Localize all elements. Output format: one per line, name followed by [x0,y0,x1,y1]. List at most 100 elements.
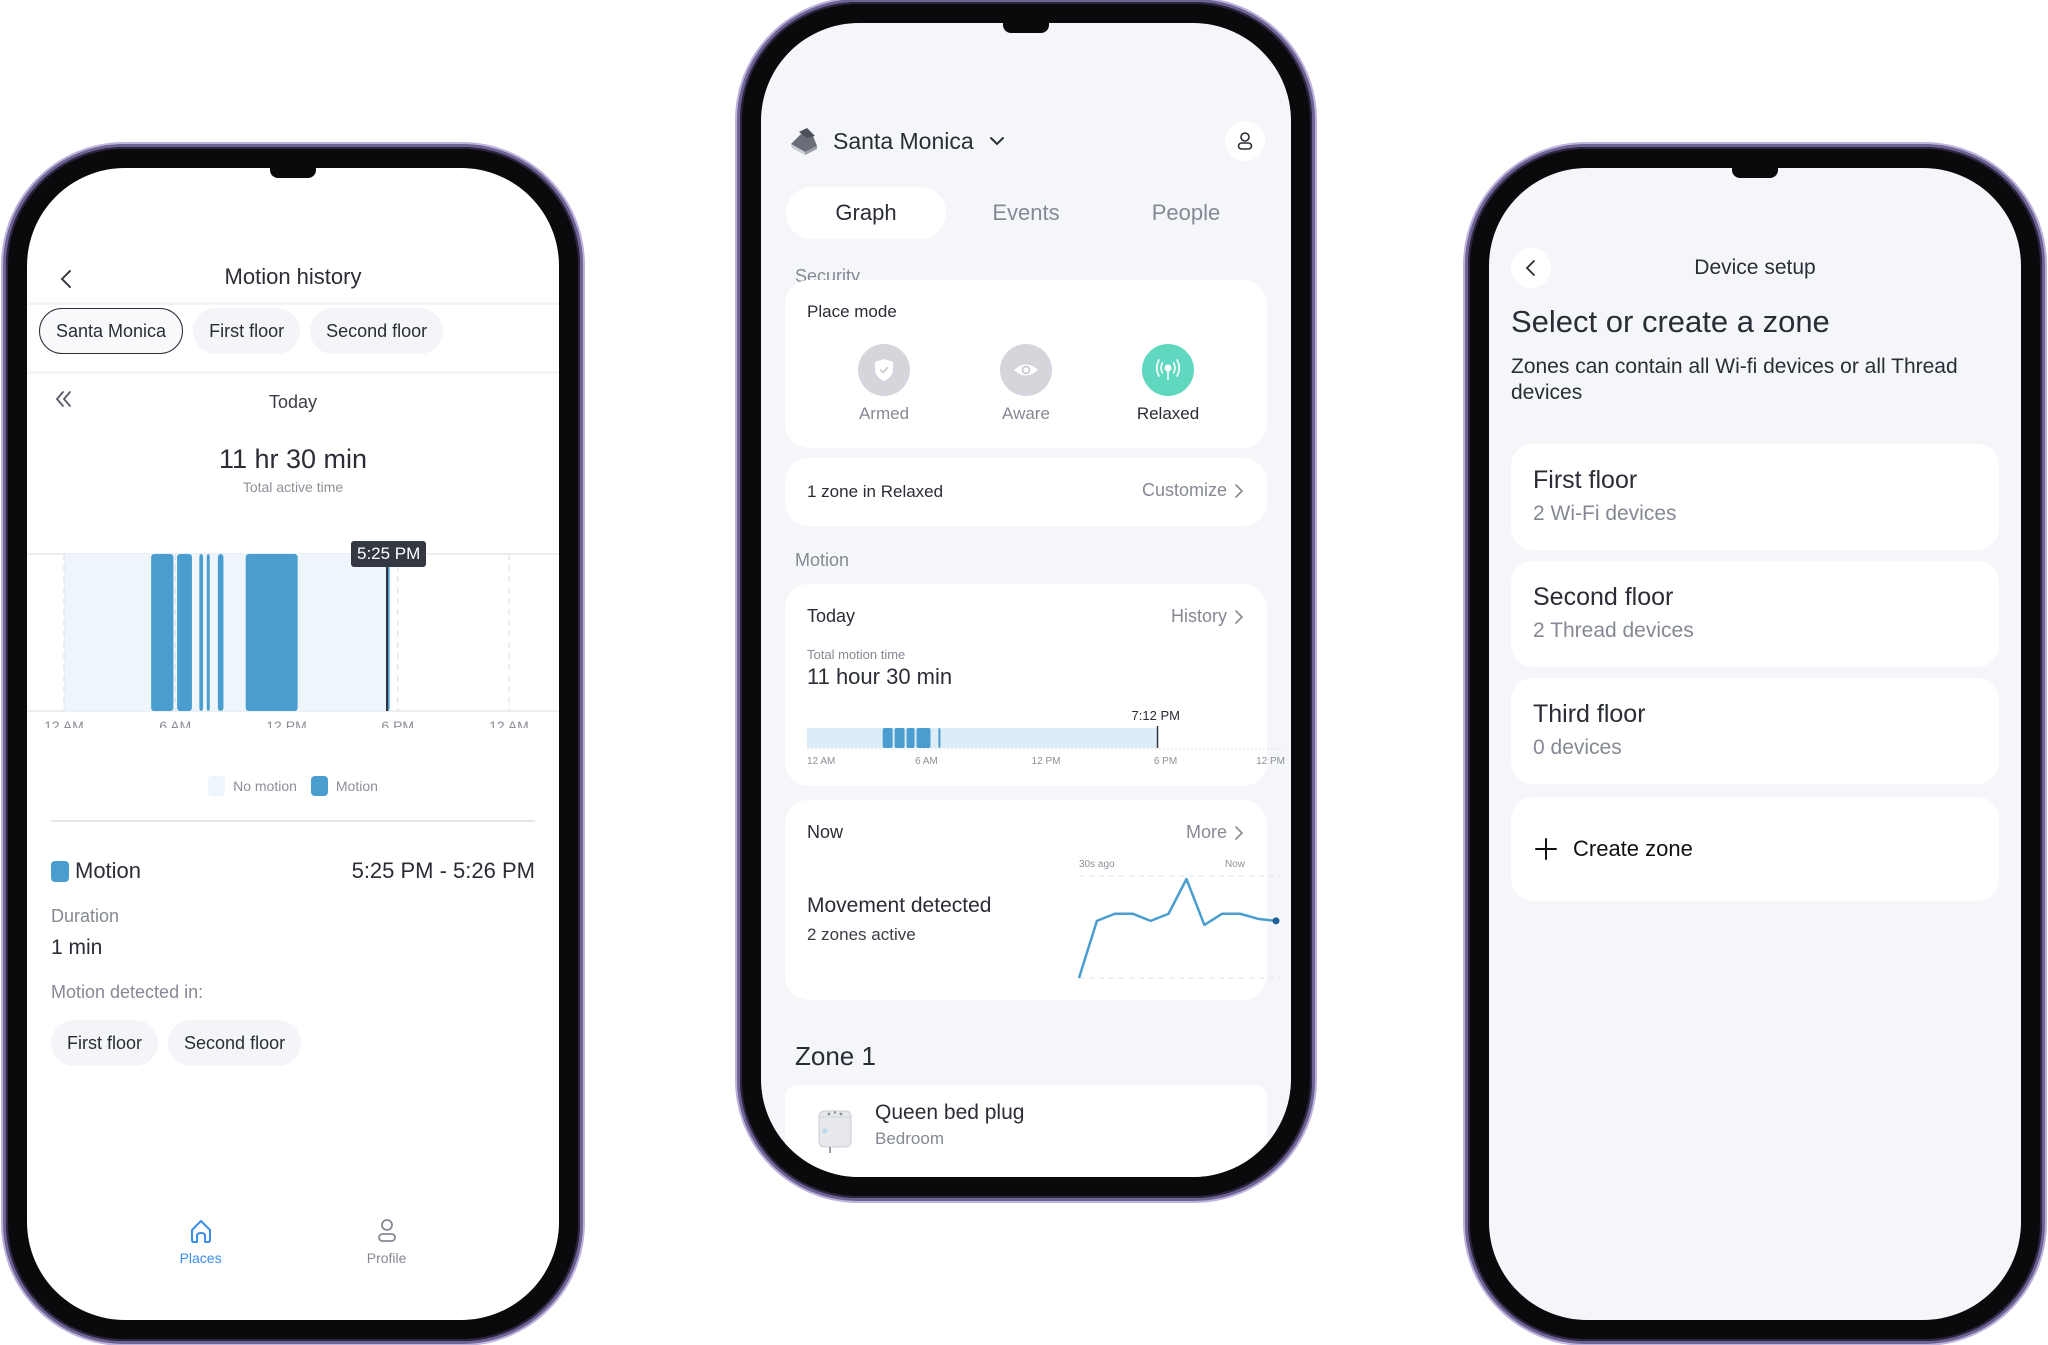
legend-swatch-no-motion [208,776,226,796]
legend-swatch-motion [310,776,328,796]
motion-bar [916,728,931,748]
motion-bar [906,728,915,748]
legend-no-motion: No motion [233,778,297,794]
camera-notch [1732,168,1778,178]
motion-bar [217,554,224,711]
total-motion-value: 11 hour 30 min [807,664,953,689]
mode-armed-label: Armed [858,404,910,423]
chevron-down-icon [989,137,1004,146]
mode-aware-circle [1000,344,1052,396]
mode-relaxed[interactable]: Relaxed [1113,344,1223,424]
movement-status: Movement detected [807,894,992,917]
page-title: Device setup [1694,256,1816,279]
broadcast-icon [1155,359,1181,380]
x-tick-label: 12 PM [1032,756,1061,767]
zone-card-second-floor[interactable]: Second floor 2 Thread devices [1511,561,1999,667]
motion-detail-header: Motion 5:25 PM - 5:26 PM [51,858,535,884]
more-label: More [1185,822,1227,842]
motion-history-chart[interactable]: 12 AM 6 AM 12 PM 6 PM 12 AM [27,538,559,728]
place-name: Santa Monica [833,127,974,154]
plus-icon [1535,838,1557,860]
phone-place-dashboard: Santa Monica Graph Events People Securit… [740,2,1312,1198]
mode-armed[interactable]: Armed [829,344,939,424]
tab-people[interactable]: People [1106,187,1266,239]
today-mini-chart: 12 AM 6 AM 12 PM 6 PM 12 PM [807,726,1285,767]
motion-bar [199,554,204,711]
detected-zones: First floor Second floor [51,1020,302,1066]
chip-second-floor[interactable]: Second floor [310,308,444,354]
zone-chip-second-floor[interactable]: Second floor [168,1020,302,1066]
now-title: Now [807,822,844,842]
filter-chips: Santa Monica First floor Second floor [39,308,444,354]
spark-end-label: Now [1224,859,1245,870]
zone-summary-text: 1 zone in Relaxed [807,482,944,501]
chip-santa-monica[interactable]: Santa Monica [39,308,184,354]
chip-first-floor[interactable]: First floor [193,308,301,354]
shield-check-icon [875,359,893,381]
mini-marker-label: 7:12 PM [1131,708,1180,723]
customize-link[interactable]: Customize [1142,480,1245,501]
device-room: Bedroom [875,1129,944,1148]
spark-line [1077,877,1277,979]
zone-card-third-floor[interactable]: Third floor 0 devices [1511,678,1999,784]
detected-in-label: Motion detected in: [51,982,204,1002]
nav-profile-label: Profile [366,1250,407,1266]
zone-devices: 0 devices [1533,736,1622,759]
zone-chip-first-floor[interactable]: First floor [51,1020,159,1066]
motion-bar [882,728,893,748]
tab-graph[interactable]: Graph [786,187,946,239]
profile-icon [377,1219,396,1242]
zone-title: Zone 1 [795,1041,876,1071]
zone-summary-card[interactable]: 1 zone in Relaxed Customize [785,458,1267,526]
zone-card-first-floor[interactable]: First floor 2 Wi-Fi devices [1511,444,1999,550]
history-link[interactable]: History [1171,606,1245,627]
chart-legend: No motion Motion [27,776,559,796]
zone-name: First floor [1533,466,1638,494]
today-motion-card[interactable]: Today History Total motion time 11 hour … [785,584,1285,786]
nav-places-label: Places [179,1250,222,1266]
zone-devices: 2 Wi-Fi devices [1533,502,1677,525]
view-tabs: Graph Events People [786,187,1266,239]
total-active-time: 11 hr 30 min [218,444,368,474]
spark-start-label: 30s ago [1079,859,1115,870]
device-setup-screen: Device setup Select or create a zone Zon… [1489,168,2021,1320]
zone-heading: Select or create a zone [1511,304,1830,339]
no-motion-area [807,728,1158,748]
place-mode-card: Place mode Armed Aware Relaxed [785,280,1267,448]
motion-bar [938,728,941,748]
more-link[interactable]: More [1186,822,1245,843]
motion-history-screen: Motion history Santa Monica First floor … [27,168,559,1320]
x-tick-label: 6 AM [159,718,191,728]
place-header: Santa Monica [787,121,1265,161]
x-tick-label: 12 AM [807,756,835,767]
customize-label: Customize [1141,480,1227,500]
mode-aware-label: Aware [1002,404,1050,423]
zone-subheading: Zones can contain all Wi-fi devices or a… [1511,355,1958,404]
mode-aware[interactable]: Aware [971,344,1081,424]
profile-icon [1237,132,1253,150]
device-row[interactable]: Queen bed plug Bedroom [785,1085,1267,1177]
x-tick-label: 12 PM [1256,756,1285,767]
x-tick-label: 6 PM [1154,756,1177,767]
create-zone-button[interactable]: Create zone [1511,797,1999,901]
now-card[interactable]: Now More Movement detected 2 zones activ… [785,800,1280,1000]
section-motion: Motion [795,550,850,570]
place-dashboard-screen: Santa Monica Graph Events People Securit… [761,23,1291,1177]
camera-notch [270,168,316,178]
zone-name: Second floor [1533,583,1674,611]
nav-places[interactable]: Places [180,1216,222,1266]
chevron-right-icon [1235,609,1244,624]
device-name: Queen bed plug [875,1101,1025,1124]
mode-relaxed-label: Relaxed [1136,404,1200,423]
place-selector[interactable]: Santa Monica [787,124,1008,158]
place-mode-title: Place mode [807,302,897,321]
profile-button[interactable] [1225,121,1265,161]
nav-profile[interactable]: Profile [366,1216,407,1266]
duration-value: 1 min [51,936,103,959]
tab-events[interactable]: Events [946,187,1106,239]
no-motion-area [64,554,389,711]
total-motion-label: Total motion time [807,647,906,662]
zones-active: 2 zones active [807,925,916,944]
spark-endpoint [1272,917,1280,925]
page-title: Motion history [224,264,362,289]
